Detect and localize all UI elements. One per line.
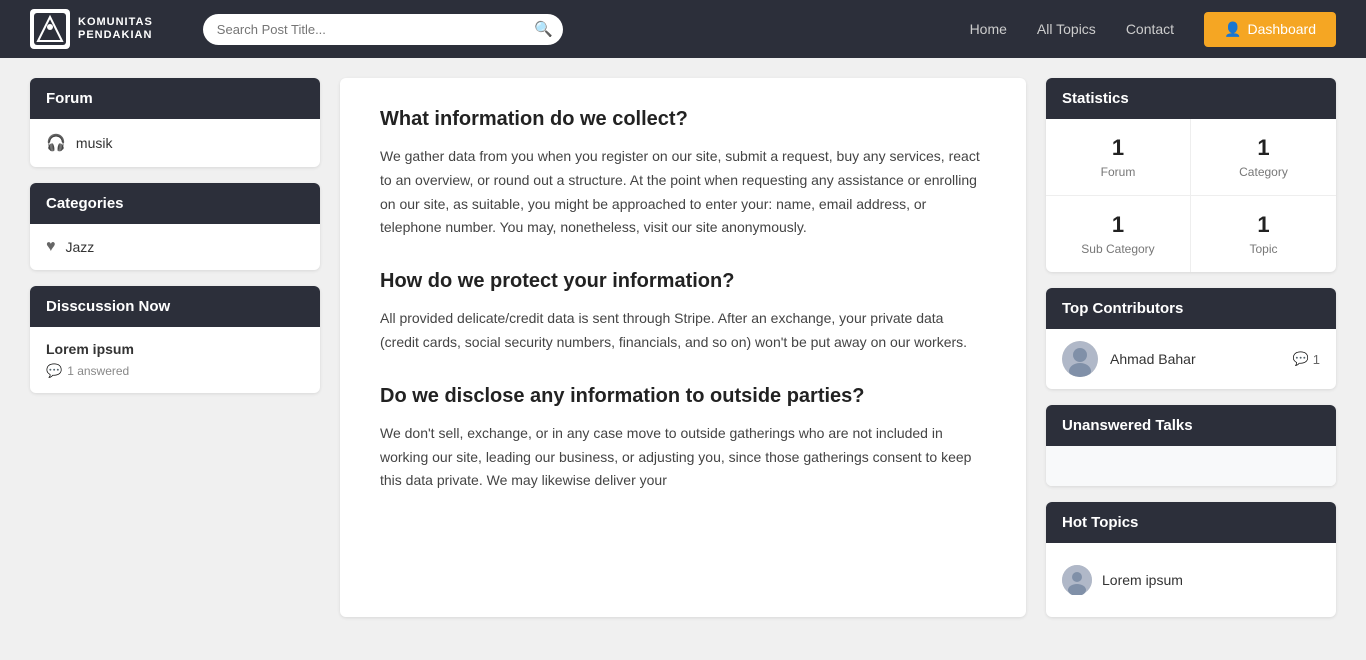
section-3-heading: Do we disclose any information to outsid…: [380, 385, 986, 408]
stat-subcategory: 1 Sub Category: [1046, 196, 1191, 272]
stat-forum: 1 Forum: [1046, 119, 1191, 196]
heart-icon: ♥: [46, 238, 56, 256]
section-1-body: We gather data from you when you registe…: [380, 145, 986, 240]
content-section-1: What information do we collect? We gathe…: [380, 108, 986, 240]
hot-topics-section: Hot Topics Lorem ipsum: [1046, 502, 1336, 617]
page-container: Forum 🎧 musik Categories ♥ Jazz Disscuss…: [0, 58, 1366, 637]
contributor-avatar: [1062, 341, 1098, 377]
discussion-title: Lorem ipsum: [46, 341, 304, 357]
stat-subcategory-number: 1: [1062, 212, 1174, 238]
brand-name: KOMUNITAS PENDAKIAN: [78, 16, 153, 42]
dashboard-label: Dashboard: [1248, 21, 1317, 37]
left-sidebar: Forum 🎧 musik Categories ♥ Jazz Disscuss…: [30, 78, 320, 617]
unanswered-section: Unanswered Talks: [1046, 405, 1336, 486]
contributor-item[interactable]: Ahmad Bahar 💬 1: [1046, 329, 1336, 389]
headphone-icon: 🎧: [46, 133, 66, 153]
navbar: KOMUNITAS PENDAKIAN 🔍 Home All Topics Co…: [0, 0, 1366, 58]
main-content: What information do we collect? We gathe…: [340, 78, 1026, 617]
contributor-count: 💬 1: [1293, 351, 1320, 367]
forum-header: Forum: [30, 78, 320, 119]
sidebar-item-musik[interactable]: 🎧 musik: [30, 119, 320, 167]
nav-home[interactable]: Home: [970, 21, 1007, 37]
hot-topic-item[interactable]: Lorem ipsum: [1062, 559, 1320, 601]
nav-contact[interactable]: Contact: [1126, 21, 1174, 37]
nav-all-topics[interactable]: All Topics: [1037, 21, 1096, 37]
section-2-body: All provided delicate/credit data is sen…: [380, 307, 986, 355]
content-section-3: Do we disclose any information to outsid…: [380, 385, 986, 493]
stats-grid: 1 Forum 1 Category 1 Sub Category 1 Topi…: [1046, 119, 1336, 272]
forum-item-label: musik: [76, 135, 113, 151]
stat-topic-number: 1: [1207, 212, 1320, 238]
stat-forum-number: 1: [1062, 135, 1174, 161]
stat-category-label: Category: [1207, 165, 1320, 179]
hot-topic-avatar: [1062, 565, 1092, 595]
top-contributors-header: Top Contributors: [1046, 288, 1336, 329]
right-sidebar: Statistics 1 Forum 1 Category 1 Sub Cate…: [1046, 78, 1336, 617]
sidebar-item-jazz[interactable]: ♥ Jazz: [30, 224, 320, 270]
section-1-heading: What information do we collect?: [380, 108, 986, 131]
stat-category-number: 1: [1207, 135, 1320, 161]
discussion-meta: 💬 1 answered: [46, 363, 304, 379]
chat-icon: 💬: [1293, 351, 1309, 367]
forum-section: Forum 🎧 musik: [30, 78, 320, 167]
unanswered-body: [1046, 446, 1336, 486]
brand-logo[interactable]: KOMUNITAS PENDAKIAN: [30, 9, 153, 49]
categories-section: Categories ♥ Jazz: [30, 183, 320, 270]
content-section-2: How do we protect your information? All …: [380, 270, 986, 355]
stat-topic-label: Topic: [1207, 242, 1320, 256]
categories-header: Categories: [30, 183, 320, 224]
search-container: 🔍: [203, 14, 563, 45]
unanswered-header: Unanswered Talks: [1046, 405, 1336, 446]
contributor-count-value: 1: [1313, 352, 1320, 367]
nav-links: Home All Topics Contact 👤 Dashboard: [970, 12, 1336, 47]
discussion-item[interactable]: Lorem ipsum 💬 1 answered: [30, 327, 320, 393]
section-3-body: We don't sell, exchange, or in any case …: [380, 422, 986, 493]
top-contributors-section: Top Contributors Ahmad Bahar 💬 1: [1046, 288, 1336, 389]
brand-icon: [30, 9, 70, 49]
search-input[interactable]: [203, 14, 563, 45]
search-icon[interactable]: 🔍: [534, 20, 553, 38]
hot-topic-title: Lorem ipsum: [1102, 572, 1183, 588]
discussion-section: Disscussion Now Lorem ipsum 💬 1 answered: [30, 286, 320, 393]
dashboard-button[interactable]: 👤 Dashboard: [1204, 12, 1336, 47]
stat-subcategory-label: Sub Category: [1062, 242, 1174, 256]
category-item-label: Jazz: [66, 239, 95, 255]
contributor-name: Ahmad Bahar: [1110, 351, 1281, 367]
statistics-header: Statistics: [1046, 78, 1336, 119]
user-icon: 👤: [1224, 21, 1241, 38]
hot-topics-header: Hot Topics: [1046, 502, 1336, 543]
discussion-header: Disscussion Now: [30, 286, 320, 327]
stat-forum-label: Forum: [1062, 165, 1174, 179]
hot-topics-body: Lorem ipsum: [1046, 543, 1336, 617]
comment-icon: 💬: [46, 363, 62, 379]
statistics-section: Statistics 1 Forum 1 Category 1 Sub Cate…: [1046, 78, 1336, 272]
section-2-heading: How do we protect your information?: [380, 270, 986, 293]
discussion-answered: 1 answered: [67, 364, 129, 378]
stat-topic: 1 Topic: [1191, 196, 1336, 272]
stat-category: 1 Category: [1191, 119, 1336, 196]
